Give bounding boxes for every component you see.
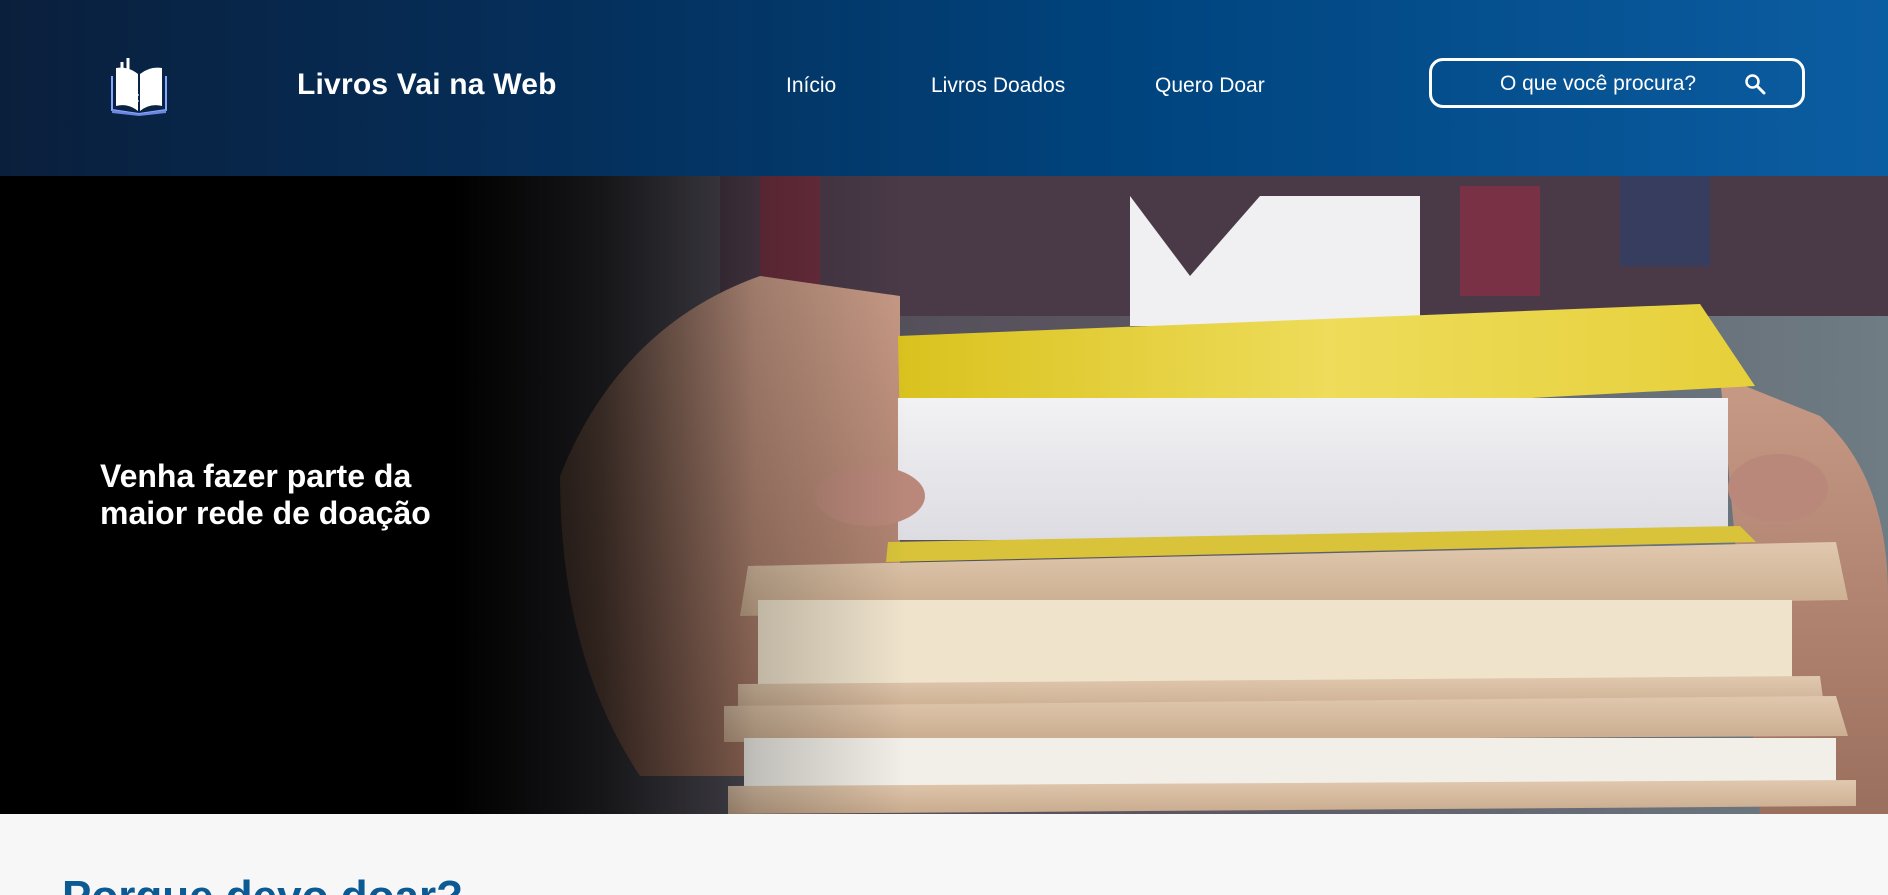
search-icon[interactable]	[1744, 73, 1766, 95]
search-input[interactable]	[1446, 69, 1750, 99]
search-box	[1429, 58, 1805, 108]
nav-livros-doados[interactable]: Livros Doados	[931, 74, 1065, 98]
nav-quero-doar[interactable]: Quero Doar	[1155, 74, 1265, 98]
section-title: Porque devo doar?	[62, 872, 463, 895]
book-icon[interactable]	[108, 56, 170, 116]
why-donate-section: Porque devo doar?	[0, 814, 1888, 895]
hero-title: Venha fazer parte da maior rede de doaçã…	[100, 458, 431, 531]
site-header: Livros Vai na Web Início Livros Doados Q…	[0, 0, 1888, 176]
nav-inicio[interactable]: Início	[786, 74, 836, 98]
site-brand[interactable]: Livros Vai na Web	[297, 68, 557, 102]
hero-banner: Venha fazer parte da maior rede de doaçã…	[0, 176, 1888, 814]
